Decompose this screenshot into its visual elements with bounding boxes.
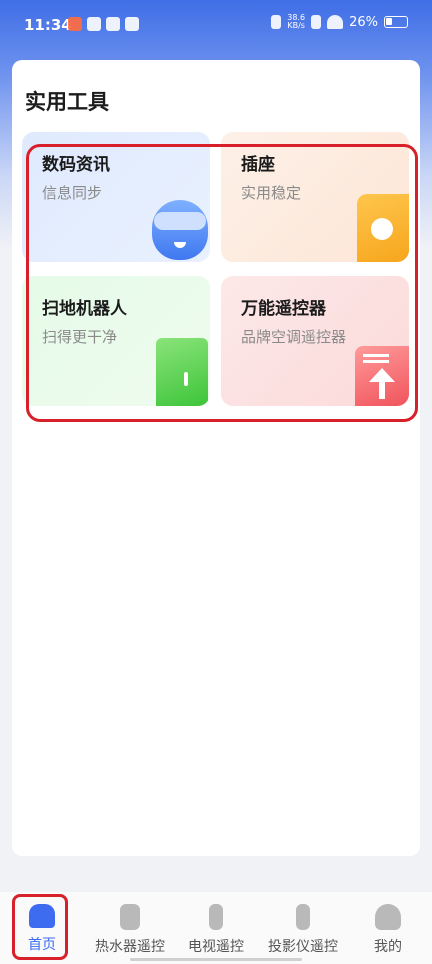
- home-indicator[interactable]: [130, 958, 302, 961]
- notification-icons: [68, 17, 139, 31]
- user-icon: [375, 904, 401, 930]
- nav-label: 我的: [374, 939, 402, 955]
- sim-icon: [311, 15, 322, 29]
- vibrate-icon: [271, 15, 282, 29]
- status-bar: 11:34 38.6 KB/s 26%: [0, 0, 432, 52]
- mail-icon: [106, 17, 120, 31]
- nav-label: 电视遥控: [188, 939, 244, 955]
- battery-percent: 26%: [349, 14, 378, 30]
- nav-water-heater[interactable]: 热水器遥控: [88, 900, 172, 960]
- net-speed: 38.6 KB/s: [287, 13, 306, 30]
- highlight-annotation: [12, 894, 68, 960]
- nav-projector-remote[interactable]: 投影仪遥控: [264, 900, 342, 960]
- water-heater-icon: [120, 904, 140, 930]
- nav-label: 投影仪遥控: [268, 939, 338, 955]
- app-notification-icon: [68, 17, 82, 31]
- status-time: 11:34: [24, 16, 72, 34]
- play-icon: [125, 17, 139, 31]
- wifi-icon: [327, 15, 344, 29]
- status-right: 38.6 KB/s 26%: [271, 14, 408, 30]
- app-notification-icon: [87, 17, 101, 31]
- nav-me[interactable]: 我的: [366, 900, 410, 960]
- section-title: 实用工具: [25, 90, 109, 114]
- projector-remote-icon: [296, 904, 310, 930]
- nav-tv-remote[interactable]: 电视遥控: [184, 900, 248, 960]
- nav-label: 热水器遥控: [95, 939, 165, 955]
- highlight-annotation: [26, 144, 418, 422]
- battery-icon: [384, 16, 408, 28]
- tools-card: 实用工具 数码资讯 信息同步 插座 实用稳定 扫地机器人 扫得更干净 万能遥控器…: [12, 60, 420, 856]
- tv-remote-icon: [209, 904, 223, 930]
